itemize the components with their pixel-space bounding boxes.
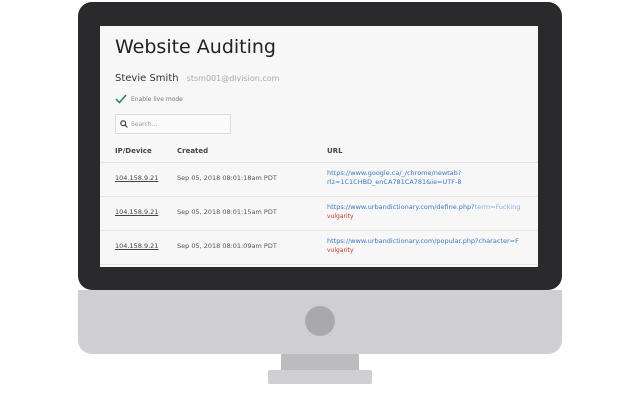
check-icon	[115, 94, 127, 104]
live-mode-label: Enable live mode	[131, 95, 183, 103]
search-input[interactable]	[131, 120, 226, 128]
url-link[interactable]: https://www.urbandictionary.com/define.p…	[327, 203, 527, 212]
ip-link[interactable]: 104.158.9.21	[115, 242, 158, 250]
column-header-ip[interactable]: IP/Device	[115, 147, 152, 155]
search-box[interactable]	[115, 114, 231, 134]
audit-table: IP/Device Created URL 104.158.9.21 Sep 0…	[100, 140, 538, 265]
power-button	[305, 306, 335, 336]
url-cell: https://www.urbandictionary.com/define.p…	[327, 203, 527, 221]
ip-link[interactable]: 104.158.9.21	[115, 174, 158, 182]
url-cell: https://www.urbandictionary.com/popular.…	[327, 237, 527, 255]
url-link[interactable]: https://www.google.ca/_/chrome/newtab?	[327, 169, 527, 178]
search-icon	[120, 120, 128, 128]
column-header-url[interactable]: URL	[327, 147, 343, 155]
table-header: IP/Device Created URL	[100, 140, 538, 163]
table-row: 104.158.9.21 Sep 05, 2018 08:01:18am PDT…	[100, 163, 538, 197]
user-info: Stevie Smith stsm001@division.com	[115, 66, 279, 85]
created-timestamp: Sep 05, 2018 08:01:09am PDT	[177, 242, 277, 250]
table-row: 104.158.9.21 Sep 05, 2018 08:01:09am PDT…	[100, 231, 538, 265]
table-row: 104.158.9.21 Sep 05, 2018 08:01:15am PDT…	[100, 197, 538, 231]
screen: Website Auditing Stevie Smith stsm001@di…	[100, 26, 538, 267]
page-title: Website Auditing	[115, 36, 276, 58]
url-link-continued[interactable]: rlz=1C1CHBD_enCA781CA781&ie=UTF-8	[327, 178, 527, 187]
user-email: stsm001@division.com	[186, 74, 280, 83]
url-text: https://www.urbandictionary.com/define.p…	[327, 203, 475, 211]
column-header-created[interactable]: Created	[177, 147, 208, 155]
category-tag: vulgarity	[327, 247, 354, 254]
category-tag: vulgarity	[327, 213, 354, 220]
monitor-stand-base	[268, 370, 372, 384]
url-link[interactable]: https://www.urbandictionary.com/popular.…	[327, 237, 527, 246]
live-mode-toggle[interactable]: Enable live mode	[115, 94, 183, 104]
ip-link[interactable]: 104.158.9.21	[115, 208, 158, 216]
created-timestamp: Sep 05, 2018 08:01:18am PDT	[177, 174, 277, 182]
user-name: Stevie Smith	[115, 73, 179, 84]
url-highlighted-term: term=Fucking	[474, 203, 521, 211]
created-timestamp: Sep 05, 2018 08:01:15am PDT	[177, 208, 277, 216]
url-cell: https://www.google.ca/_/chrome/newtab? r…	[327, 169, 527, 187]
